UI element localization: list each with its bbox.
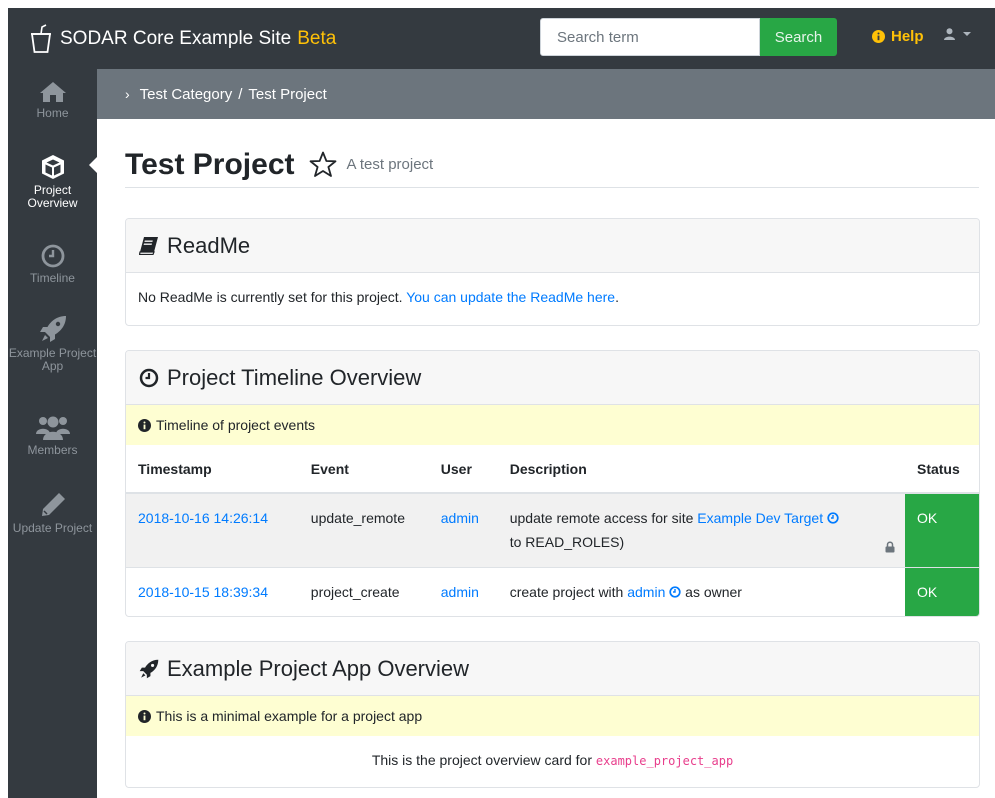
column-header-description: Description: [497, 445, 905, 494]
rocket-icon: [139, 659, 159, 678]
table-row: 2018-10-15 18:39:34 project_create admin…: [126, 566, 979, 616]
site-link[interactable]: Example Dev Target: [697, 510, 823, 526]
breadcrumb: › Test Category / Test Project: [97, 69, 995, 119]
sidebar-item-timeline[interactable]: Timeline: [8, 244, 97, 285]
chevron-right-icon: ›: [125, 86, 130, 102]
table-row: 2018-10-16 14:26:14 update_remote admin …: [126, 492, 979, 567]
page-subtitle: A test project: [346, 156, 434, 173]
page-header: Test Project A test project: [125, 142, 979, 188]
sidebar-item-home[interactable]: Home: [8, 81, 97, 120]
help-label: Help: [891, 28, 924, 45]
event-cell: project_create: [298, 566, 429, 616]
example-app-card-header: Example Project App Overview: [126, 642, 979, 696]
lock-icon: [885, 541, 895, 552]
breadcrumb-separator: /: [238, 85, 243, 103]
cup-icon: [30, 23, 52, 53]
rocket-icon: [39, 316, 66, 342]
pencil-icon: [41, 493, 65, 516]
event-cell: update_remote: [298, 492, 429, 567]
description-cell: update remote access for site Example De…: [497, 492, 905, 567]
timeline-table: Timestamp Event User Description Status …: [126, 445, 979, 616]
clock-icon[interactable]: [669, 585, 681, 598]
site-brand[interactable]: SODAR Core Example Site Beta: [30, 23, 337, 54]
sidebar-item-update-project[interactable]: Update Project: [8, 492, 97, 535]
clock-icon: [41, 244, 64, 268]
sidebar-item-example-project-app[interactable]: Example Project App: [8, 315, 97, 373]
clock-icon[interactable]: [827, 512, 839, 524]
user-icon: [944, 28, 955, 40]
timestamp-link[interactable]: 2018-10-16 14:26:14: [138, 510, 268, 526]
timeline-card-title: Project Timeline Overview: [167, 364, 422, 390]
readme-card-header: ReadMe: [126, 219, 979, 273]
sidebar-item-members[interactable]: Members: [8, 414, 97, 457]
help-link[interactable]: Help: [872, 28, 924, 45]
timestamp-link[interactable]: 2018-10-15 18:39:34: [138, 584, 268, 600]
column-header-event: Event: [298, 445, 429, 494]
star-icon[interactable]: [309, 151, 337, 178]
status-badge: OK: [904, 492, 979, 567]
active-indicator: [89, 156, 98, 174]
breadcrumb-project: Test Project: [248, 85, 327, 103]
brand-beta-tag: Beta: [297, 27, 337, 49]
timeline-card-header: Project Timeline Overview: [126, 351, 979, 405]
readme-body: No ReadMe is currently set for this proj…: [126, 273, 979, 321]
sidebar-item-label: Timeline: [30, 271, 75, 285]
sidebar-item-label: Home: [36, 106, 69, 120]
user-link[interactable]: admin: [441, 510, 479, 526]
search-input[interactable]: [540, 18, 760, 56]
readme-card: ReadMe No ReadMe is currently set for th…: [125, 218, 980, 326]
description-cell: create project with admin as owner: [497, 566, 905, 616]
column-header-status: Status: [904, 445, 979, 494]
user-menu-dropdown[interactable]: [944, 28, 971, 40]
column-header-timestamp: Timestamp: [126, 445, 299, 494]
sidebar-item-label: Project Overview: [27, 183, 78, 210]
info-circle-icon: [138, 709, 151, 723]
breadcrumb-category[interactable]: Test Category: [140, 86, 233, 103]
brand-name: SODAR Core Example Site: [60, 27, 292, 49]
top-navbar: SODAR Core Example Site Beta Search Help: [8, 8, 995, 69]
description-text: create project with: [509, 583, 624, 600]
table-header-row: Timestamp Event User Description Status: [126, 445, 979, 494]
cube-icon: [41, 155, 64, 179]
sidebar-item-project-overview[interactable]: Project Overview: [8, 154, 97, 210]
readme-update-link[interactable]: You can update the ReadMe here: [406, 289, 615, 305]
info-circle-icon: [138, 418, 151, 432]
timeline-alert-text: Timeline of project events: [156, 417, 315, 433]
readme-text: No ReadMe is currently set for this proj…: [138, 289, 403, 305]
timeline-card: Project Timeline Overview Timeline of pr…: [125, 350, 980, 617]
chevron-down-icon: [963, 32, 971, 36]
example-app-card: Example Project App Overview This is a m…: [125, 641, 980, 788]
readme-suffix: .: [615, 289, 619, 305]
search-form: Search: [540, 18, 837, 56]
description-text: as owner: [685, 583, 742, 600]
example-app-alert-text: This is a minimal example for a project …: [156, 708, 423, 724]
sidebar-item-label: Example Project App: [8, 346, 97, 373]
app-name-code: example_project_app: [595, 754, 734, 768]
sidebar-item-label: Members: [27, 443, 78, 457]
readme-card-title: ReadMe: [167, 232, 251, 258]
users-icon: [35, 416, 70, 440]
search-button[interactable]: Search: [760, 18, 837, 56]
timeline-info-alert: Timeline of project events: [126, 405, 979, 445]
example-app-info-alert: This is a minimal example for a project …: [126, 696, 979, 736]
example-app-body: This is the project overview card for ex…: [126, 736, 979, 784]
example-app-body-text: This is the project overview card for: [371, 752, 593, 768]
sidebar-item-label: Update Project: [12, 521, 93, 535]
column-header-user: User: [428, 445, 498, 494]
status-badge: OK: [904, 566, 979, 616]
info-circle-icon: [872, 30, 885, 43]
clock-icon: [139, 368, 159, 387]
owner-link[interactable]: admin: [627, 584, 665, 600]
user-link[interactable]: admin: [441, 584, 479, 600]
book-icon: [139, 237, 158, 255]
example-app-card-title: Example Project App Overview: [167, 655, 470, 681]
sidebar: Home Project Overview Timeline Example P…: [8, 69, 98, 798]
home-icon: [39, 82, 66, 102]
description-text: update remote access for site: [509, 510, 694, 526]
page-title: Test Project: [125, 147, 295, 181]
description-text: to READ_ROLES): [509, 534, 625, 550]
